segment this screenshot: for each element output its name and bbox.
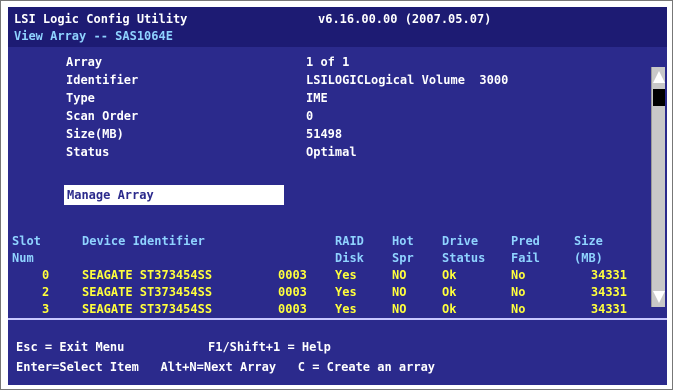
col-size: Size xyxy=(574,234,603,248)
col-raid: RAID xyxy=(335,234,364,248)
version-text: v6.16.00.00 (2007.05.07) xyxy=(318,12,492,26)
row-size: 34331 xyxy=(590,302,627,316)
scrollbar-thumb[interactable] xyxy=(653,89,665,106)
footer-help-hint: F1/Shift+1 = Help xyxy=(208,340,331,354)
bios-screen: LSI Logic Config Utility v6.16.00.00 (20… xyxy=(8,7,667,385)
col-size-mb: (MB) xyxy=(574,251,603,265)
row-size: 34331 xyxy=(590,268,627,282)
status-label: Status xyxy=(66,145,110,159)
footer-divider xyxy=(8,318,667,320)
row-hot: NO xyxy=(392,285,407,299)
identifier-value: LSILOGICLogical Volume 3000 xyxy=(306,73,509,87)
array-label: Array xyxy=(66,55,103,69)
row-revision: 0003 xyxy=(278,285,307,299)
header-bar: LSI Logic Config Utility v6.16.00.00 (20… xyxy=(8,7,667,47)
row-hot: NO xyxy=(392,302,407,316)
row-slot: 0 xyxy=(42,268,50,282)
row-device: SEAGATE ST373454SS xyxy=(82,285,213,299)
col-device-identifier: Device Identifier xyxy=(82,234,205,248)
screen-title: View Array -- SAS1064E xyxy=(14,29,173,43)
scan-order-value: 0 xyxy=(306,109,314,123)
manage-array-button[interactable]: Manage Array xyxy=(64,185,284,205)
col-raid-disk: Disk xyxy=(335,251,364,265)
col-pred: Pred xyxy=(511,234,540,248)
row-status: Ok xyxy=(442,268,457,282)
col-slot-num: Num xyxy=(12,251,34,265)
row-raid: Yes xyxy=(335,302,357,316)
row-size: 34331 xyxy=(590,285,627,299)
type-value: IME xyxy=(306,91,328,105)
scroll-up-arrow-icon[interactable] xyxy=(653,71,665,83)
col-hot: Hot xyxy=(392,234,414,248)
row-status: Ok xyxy=(442,285,457,299)
row-raid: Yes xyxy=(335,285,357,299)
col-hot-spr: Spr xyxy=(392,251,414,265)
scrollbar[interactable] xyxy=(651,67,665,307)
row-raid: Yes xyxy=(335,268,357,282)
type-label: Type xyxy=(66,91,95,105)
window-frame: LSI Logic Config Utility v6.16.00.00 (20… xyxy=(0,0,673,390)
identifier-label: Identifier xyxy=(66,73,139,87)
row-revision: 0003 xyxy=(278,302,307,316)
size-label: Size(MB) xyxy=(66,127,124,141)
row-slot: 2 xyxy=(42,285,50,299)
row-revision: 0003 xyxy=(278,268,307,282)
footer-keys-hint: Enter=Select Item Alt+N=Next Array C = C… xyxy=(16,360,436,374)
row-status: Ok xyxy=(442,302,457,316)
col-drive: Drive xyxy=(442,234,479,248)
footer-esc-hint: Esc = Exit Menu xyxy=(16,340,125,354)
col-pred-fail: Fail xyxy=(511,251,540,265)
array-value: 1 of 1 xyxy=(306,55,350,69)
col-drive-status: Status xyxy=(442,251,486,265)
app-title: LSI Logic Config Utility xyxy=(14,12,188,26)
row-device: SEAGATE ST373454SS xyxy=(82,302,213,316)
row-pred: No xyxy=(511,302,526,316)
status-value: Optimal xyxy=(306,145,357,159)
col-slot: Slot xyxy=(12,234,41,248)
size-value: 51498 xyxy=(306,127,343,141)
scan-order-label: Scan Order xyxy=(66,109,139,123)
row-pred: No xyxy=(511,268,526,282)
row-device: SEAGATE ST373454SS xyxy=(82,268,213,282)
row-pred: No xyxy=(511,285,526,299)
row-slot: 3 xyxy=(42,302,50,316)
row-hot: NO xyxy=(392,268,407,282)
scroll-down-arrow-icon[interactable] xyxy=(653,291,665,303)
